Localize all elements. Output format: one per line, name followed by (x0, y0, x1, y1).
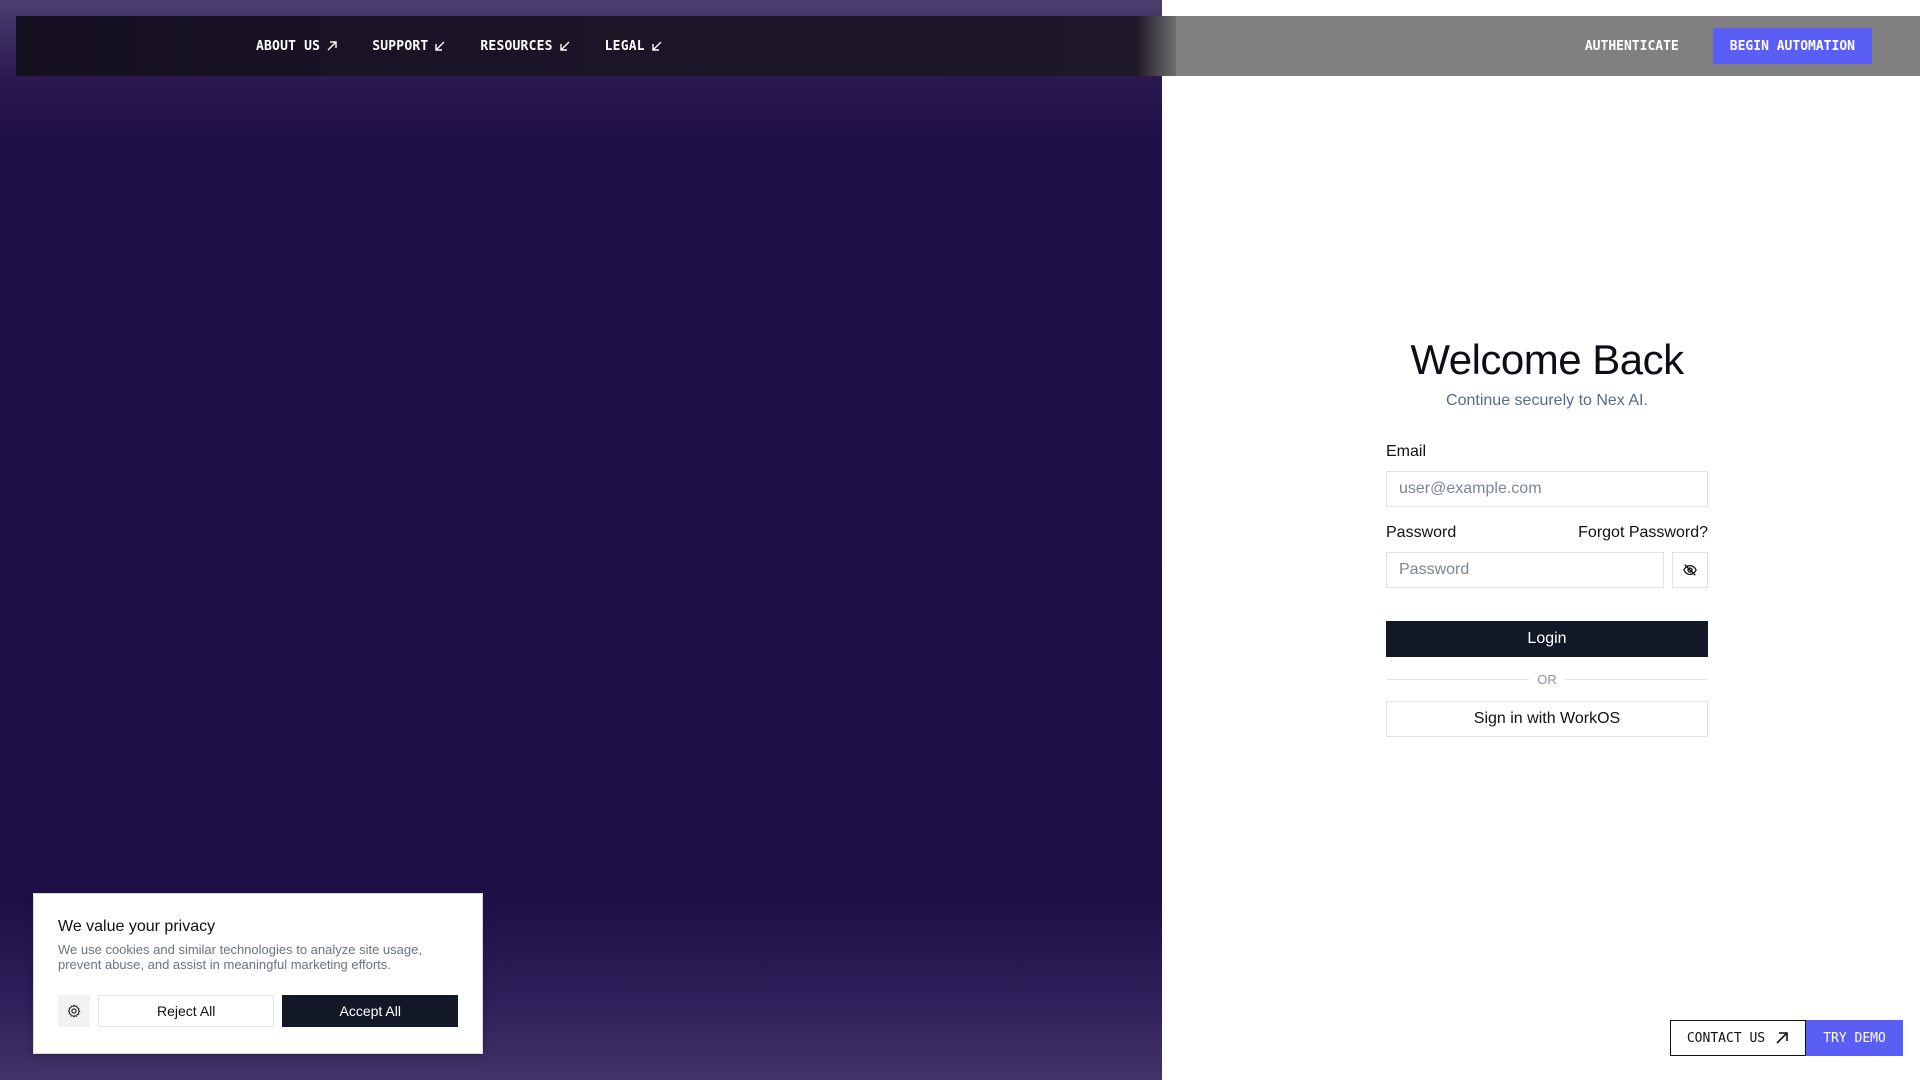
nav-resources-label: RESOURCES (480, 38, 553, 54)
login-button[interactable]: Login (1386, 621, 1708, 657)
eye-off-icon (1683, 564, 1697, 576)
try-demo-button[interactable]: TRY DEMO (1806, 1020, 1903, 1056)
top-navbar: ABOUT US SUPPORT RESOURCES LEGAL AUTHENT… (16, 16, 1920, 76)
authenticate-link[interactable]: AUTHENTICATE (1585, 39, 1679, 54)
contact-us-button[interactable]: CONTACT US (1670, 1020, 1806, 1056)
password-label-row: Password Forgot Password? (1386, 524, 1708, 542)
divider-line (1564, 679, 1708, 680)
password-label: Password (1386, 524, 1457, 541)
gear-icon (67, 1004, 81, 1018)
cookie-text: We use cookies and similar technologies … (58, 942, 422, 972)
nav-right-actions: AUTHENTICATE BEGIN AUTOMATION (1585, 16, 1920, 76)
nav-support[interactable]: SUPPORT (372, 39, 446, 54)
page-subtitle: Continue securely to Nex AI. (1446, 392, 1648, 409)
password-field[interactable] (1386, 552, 1664, 588)
nav-about-us[interactable]: ABOUT US (256, 39, 338, 54)
nav-links: ABOUT US SUPPORT RESOURCES LEGAL (256, 16, 697, 76)
floating-actions: CONTACT US TRY DEMO (1670, 1020, 1903, 1056)
email-label: Email (1386, 443, 1427, 460)
arrow-up-right-icon (327, 41, 337, 51)
nav-support-label: SUPPORT (372, 38, 429, 54)
page-title: Welcome Back (1410, 336, 1684, 383)
arrow-down-left-icon (435, 41, 445, 51)
forgot-password-link[interactable]: Forgot Password? (1578, 524, 1708, 542)
arrow-down-left-icon (559, 41, 570, 51)
divider-line (1386, 679, 1530, 680)
navbar-fade (1136, 16, 1176, 76)
accept-all-button[interactable]: Accept All (282, 995, 459, 1027)
cookie-actions: Reject All Accept All (58, 995, 459, 1027)
workos-signin-button[interactable]: Sign in with WorkOS (1386, 701, 1708, 737)
cookie-settings-button[interactable] (58, 995, 90, 1027)
nav-about-us-label: ABOUT US (256, 38, 321, 54)
email-field[interactable] (1386, 471, 1708, 507)
or-divider: OR (1386, 672, 1708, 687)
or-text: OR (1537, 672, 1557, 687)
arrow-down-left-icon (652, 41, 662, 51)
arrow-up-right-icon (1776, 1032, 1788, 1044)
contact-us-label: CONTACT US (1686, 1030, 1766, 1046)
nav-legal[interactable]: LEGAL (605, 39, 663, 54)
nav-legal-label: LEGAL (604, 38, 645, 54)
cookie-banner: We value your privacy We use cookies and… (33, 893, 483, 1054)
reject-all-button[interactable]: Reject All (97, 995, 275, 1027)
login-form: Welcome Back Continue securely to Nex AI… (1386, 336, 1708, 737)
cookie-title: We value your privacy (58, 918, 216, 935)
toggle-password-visibility-button[interactable] (1672, 552, 1708, 588)
begin-automation-button[interactable]: BEGIN AUTOMATION (1712, 28, 1872, 64)
password-row (1386, 552, 1708, 588)
nav-resources[interactable]: RESOURCES (480, 39, 570, 54)
